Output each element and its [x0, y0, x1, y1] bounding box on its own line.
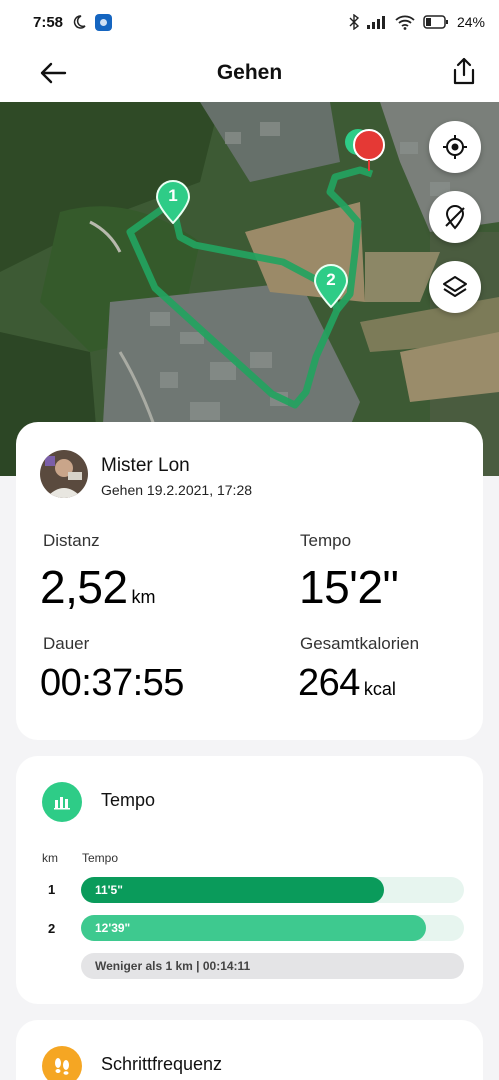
avatar[interactable] [40, 450, 88, 498]
calories-number: 264 [298, 662, 360, 704]
moon-icon [73, 15, 86, 29]
footprints-icon [42, 1046, 82, 1080]
map-satellite-view [0, 102, 499, 476]
status-bar: 7:58 24% [0, 0, 499, 44]
tempo-card[interactable]: Tempo km Tempo 1 11'5" 2 12'39" Weniger … [16, 756, 483, 1004]
split-km-2: 2 [48, 921, 56, 936]
split-bar-track-2: 12'39" [81, 915, 464, 941]
locate-button[interactable] [429, 121, 481, 173]
cadence-title: Schrittfrequenz [101, 1054, 223, 1074]
status-time: 7:58 [33, 13, 64, 31]
pace-value: 15'2" [299, 561, 399, 613]
end-pin-icon [353, 129, 385, 171]
battery-percent: 24% [456, 14, 485, 30]
hide-route-button[interactable] [429, 191, 481, 243]
page-title: Gehen [216, 61, 283, 84]
distance-label: Distanz [43, 531, 100, 550]
tempo-chart-icon [42, 782, 82, 822]
route-marker-2-label: 2 [326, 270, 336, 289]
back-arrow-icon[interactable] [38, 58, 68, 88]
calories-label: Gesamtkalorien [300, 634, 420, 653]
layers-icon [443, 276, 467, 297]
split-bar-track-1: 11'5" [81, 877, 464, 903]
distance-value: 2,52 km [40, 560, 156, 614]
calories-value: 264 kcal [298, 662, 396, 705]
activity-datetime: Gehen 19.2.2021, 17:28 [101, 482, 253, 498]
distance-unit: km [131, 587, 156, 607]
wifi-icon [395, 15, 415, 30]
split-bar-2: 12'39" [81, 915, 426, 941]
tempo-title: Tempo [101, 790, 156, 810]
crosshair-icon [443, 135, 467, 159]
column-km-header: km [42, 851, 58, 865]
signal-icon [366, 16, 385, 29]
split-km-1: 1 [48, 882, 56, 897]
map-layers-button[interactable] [429, 261, 481, 313]
share-icon[interactable] [451, 56, 477, 86]
split-bar-1: 11'5" [81, 877, 384, 903]
route-marker-1-label: 1 [168, 186, 178, 205]
duration-value: 00:37:55 [40, 662, 184, 704]
calories-unit: kcal [363, 679, 396, 699]
cadence-card[interactable]: Schrittfrequenz [16, 1020, 483, 1080]
route-map[interactable]: 1 2 [0, 102, 499, 476]
location-off-icon [445, 205, 465, 230]
bluetooth-icon [349, 14, 359, 30]
remaining-distance-bar: Weniger als 1 km | 00:14:11 [81, 953, 464, 979]
activity-summary-card: Mister Lon Gehen 19.2.2021, 17:28 Distan… [16, 422, 483, 740]
pace-label: Tempo [300, 531, 352, 550]
battery-icon [423, 15, 448, 29]
app-header: Gehen [0, 44, 499, 102]
column-tempo-header: Tempo [82, 851, 119, 865]
duration-label: Dauer [43, 634, 90, 653]
user-name: Mister Lon [101, 455, 190, 476]
app-notification-icon [95, 13, 113, 31]
distance-number: 2,52 [40, 561, 128, 613]
